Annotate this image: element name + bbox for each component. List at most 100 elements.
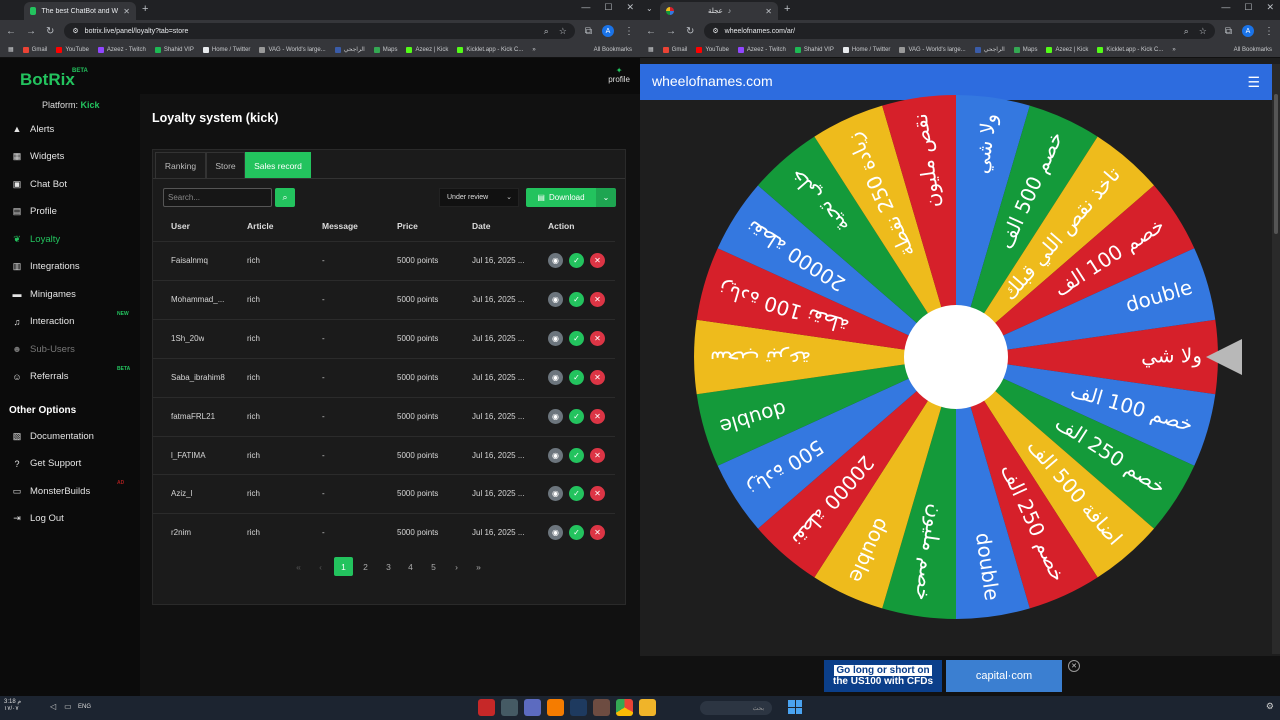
page-nav-icon[interactable]: ›: [447, 557, 466, 576]
reject-icon[interactable]: ✕: [590, 447, 605, 463]
apps-icon[interactable]: ▦: [8, 46, 14, 53]
network-icon[interactable]: ▭: [64, 702, 72, 711]
page-button[interactable]: 3: [379, 557, 398, 576]
tab-sales-record[interactable]: Sales record: [245, 152, 311, 178]
approve-icon[interactable]: ✓: [569, 253, 584, 268]
sidebar-item-sub-users[interactable]: ☻ Sub-Users: [0, 337, 140, 361]
scrollbar-thumb[interactable]: [1274, 94, 1278, 234]
wheel-center-button[interactable]: [904, 305, 1008, 409]
approve-icon[interactable]: ✓: [569, 525, 584, 541]
all-bookmarks[interactable]: All Bookmarks: [594, 47, 632, 53]
zoom-icon[interactable]: ⌕: [1184, 26, 1189, 37]
site-info-icon[interactable]: ⚙: [72, 27, 78, 35]
reload-icon[interactable]: ↻: [46, 26, 54, 37]
bookmark-item[interactable]: Home / Twitter: [842, 46, 890, 53]
wheel-canvas[interactable]: ولا شيخصم 100 الفخصم 250 الفاضافة 500 ال…: [640, 58, 1272, 656]
view-icon[interactable]: ◉: [548, 486, 563, 502]
sidebar-item-chat-bot[interactable]: ▣ Chat Bot: [0, 172, 140, 196]
apps-icon[interactable]: ▦: [648, 46, 654, 53]
app-icon[interactable]: [593, 699, 610, 716]
view-icon[interactable]: ◉: [548, 408, 563, 424]
status-filter-select[interactable]: Under review ⌄: [439, 188, 519, 207]
maximize-icon[interactable]: ☐: [1244, 2, 1252, 13]
bookmark-item[interactable]: VAG - World's large...: [259, 46, 326, 53]
more-bookmarks-icon[interactable]: »: [1172, 47, 1175, 53]
reject-icon[interactable]: ✕: [590, 291, 605, 307]
url-field[interactable]: ⚙ wheelofnames.com/ar/ ⌕ ☆: [704, 23, 1215, 39]
sidebar-item-widgets[interactable]: ▦ Widgets: [0, 145, 140, 169]
forward-icon[interactable]: →: [666, 26, 676, 37]
app-icon[interactable]: [478, 699, 495, 716]
view-icon[interactable]: ◉: [548, 369, 563, 385]
bookmark-item[interactable]: Maps: [1013, 46, 1037, 53]
approve-icon[interactable]: ✓: [569, 486, 584, 502]
more-bookmarks-icon[interactable]: »: [532, 47, 535, 53]
reload-icon[interactable]: ↻: [686, 26, 694, 37]
bookmark-item[interactable]: Kicklet.app - Kick C...: [1097, 46, 1163, 53]
all-bookmarks[interactable]: All Bookmarks: [1234, 47, 1272, 53]
steam-icon[interactable]: [570, 699, 587, 716]
bookmark-item[interactable]: Shahid VIP: [794, 46, 834, 53]
view-icon[interactable]: ◉: [548, 253, 563, 268]
file-explorer-icon[interactable]: [639, 699, 656, 716]
profile-button[interactable]: ✦ profile: [608, 66, 630, 84]
clock[interactable]: 3:18 م ١٧/٠٧: [4, 699, 21, 713]
page-button[interactable]: 1: [334, 557, 353, 576]
start-icon[interactable]: [788, 700, 802, 714]
page-nav-icon[interactable]: ‹: [311, 557, 330, 576]
approve-icon[interactable]: ✓: [569, 291, 584, 307]
bookmark-item[interactable]: Home / Twitter: [202, 46, 250, 53]
view-icon[interactable]: ◉: [548, 291, 563, 307]
profile-avatar[interactable]: A: [602, 25, 614, 37]
taskbar-search[interactable]: بحث: [700, 701, 772, 715]
app-icon[interactable]: [501, 699, 518, 716]
back-icon[interactable]: ←: [646, 26, 656, 37]
download-options-chevron-icon[interactable]: ⌄: [596, 188, 616, 207]
menu-dots-icon[interactable]: ⋮: [1264, 26, 1274, 37]
page-button[interactable]: 2: [356, 557, 375, 576]
site-info-icon[interactable]: ⚙: [712, 27, 718, 35]
extensions-icon[interactable]: ⧉: [1225, 26, 1232, 37]
tab-store[interactable]: Store: [206, 152, 245, 178]
approve-icon[interactable]: ✓: [569, 369, 584, 385]
forward-icon[interactable]: →: [26, 26, 36, 37]
new-tab-icon[interactable]: +: [142, 3, 148, 15]
reject-icon[interactable]: ✕: [590, 525, 605, 541]
extensions-icon[interactable]: ⧉: [585, 26, 592, 37]
zoom-icon[interactable]: ⌕: [544, 26, 549, 37]
bookmark-star-icon[interactable]: ☆: [559, 26, 567, 37]
reject-icon[interactable]: ✕: [590, 408, 605, 424]
bookmark-item[interactable]: Kicklet.app - Kick C...: [457, 46, 523, 53]
page-button[interactable]: 4: [401, 557, 420, 576]
close-ad-icon[interactable]: ✕: [1068, 660, 1080, 672]
sidebar-item-log-out[interactable]: ⇥ Log Out: [0, 507, 140, 531]
close-window-icon[interactable]: ✕: [1266, 2, 1274, 13]
page-nav-icon[interactable]: «: [289, 557, 308, 576]
bookmark-item[interactable]: Azeez | Kick: [1046, 46, 1088, 53]
tab-botrix[interactable]: The best ChatBot and Widgets ✕: [24, 2, 136, 20]
bookmark-item[interactable]: Gmail: [22, 46, 47, 53]
botrix-logo[interactable]: BotRix: [20, 70, 75, 90]
bookmark-item[interactable]: YouTube: [696, 46, 729, 53]
approve-icon[interactable]: ✓: [569, 408, 584, 424]
maximize-icon[interactable]: ☐: [604, 2, 612, 13]
sidebar-item-documentation[interactable]: ▧ Documentation: [0, 424, 140, 448]
sidebar-item-profile[interactable]: ▤ Profile: [0, 200, 140, 224]
page-button[interactable]: 5: [424, 557, 443, 576]
bookmark-item[interactable]: الراجحي: [974, 46, 1005, 53]
profile-avatar[interactable]: A: [1242, 25, 1254, 37]
tab-ranking[interactable]: Ranking: [155, 152, 206, 178]
minimize-icon[interactable]: —: [1221, 2, 1230, 13]
audio-icon[interactable]: ♪: [728, 8, 732, 15]
menu-dots-icon[interactable]: ⋮: [624, 26, 634, 37]
scrollbar[interactable]: [1272, 64, 1280, 654]
sidebar-item-get-support[interactable]: ? Get Support: [0, 452, 140, 476]
download-button[interactable]: ▤ Download: [526, 188, 596, 207]
page-nav-icon[interactable]: »: [469, 557, 488, 576]
discord-icon[interactable]: [524, 699, 541, 716]
reject-icon[interactable]: ✕: [590, 330, 605, 346]
search-icon[interactable]: ⌕: [275, 188, 295, 207]
close-tab-icon[interactable]: ✕: [123, 7, 130, 16]
reject-icon[interactable]: ✕: [590, 253, 605, 268]
ad-brand[interactable]: capital·com: [946, 660, 1062, 692]
